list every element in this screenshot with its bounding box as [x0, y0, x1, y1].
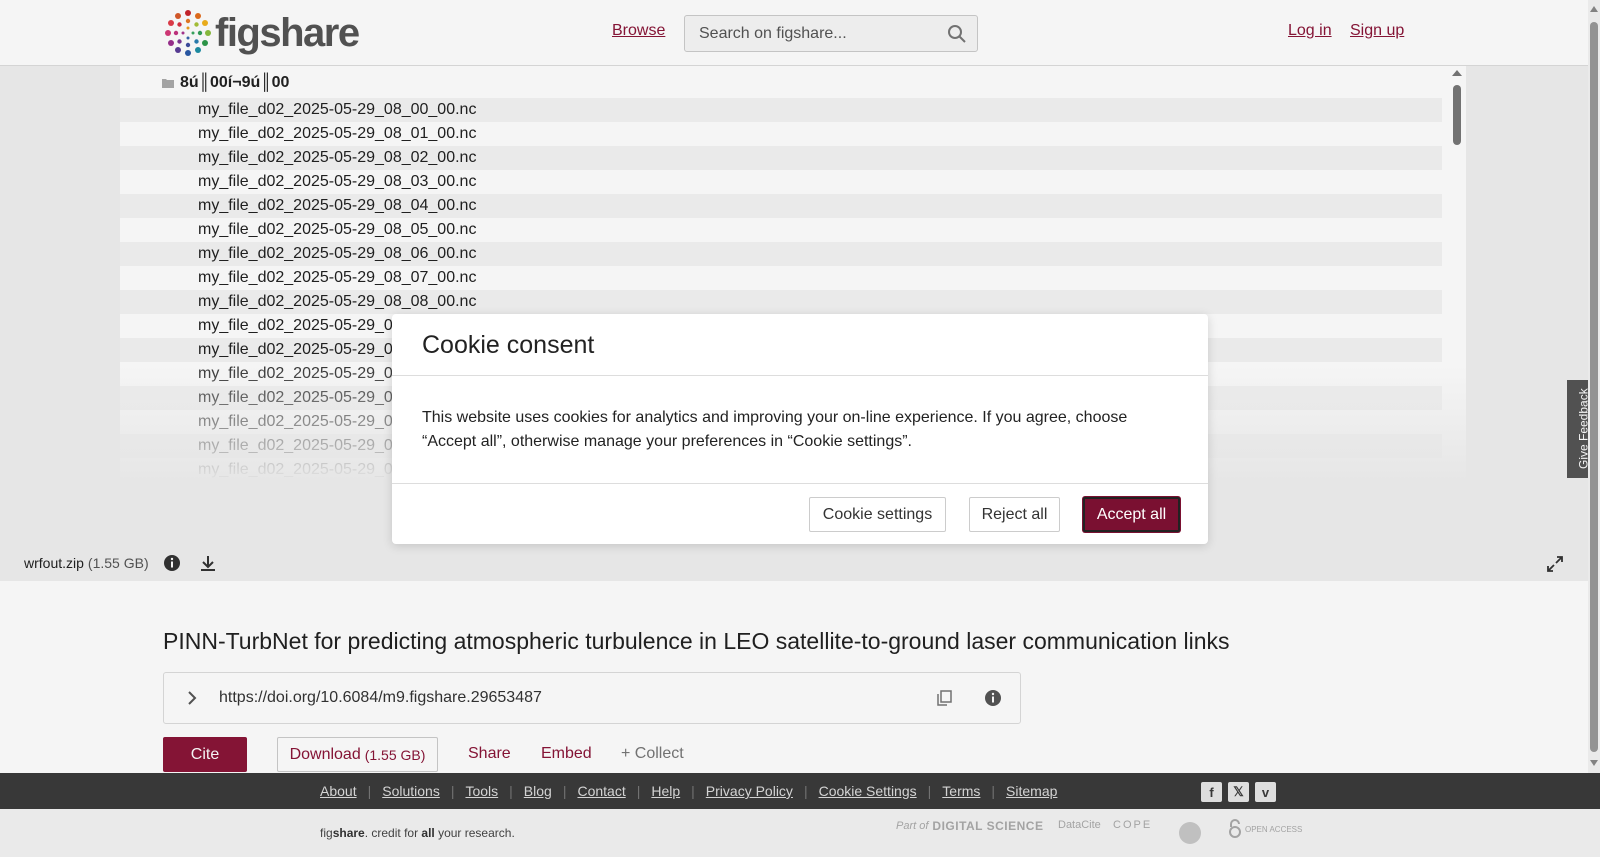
cookie-settings-button[interactable]: Cookie settings — [809, 497, 946, 532]
accept-all-button[interactable]: Accept all — [1083, 497, 1180, 532]
modal-title: Cookie consent — [422, 331, 595, 359]
modal-divider — [392, 375, 1208, 376]
cookie-consent-modal: Cookie consent This website uses cookies… — [392, 314, 1208, 544]
modal-body: This website uses cookies for analytics … — [422, 409, 1128, 450]
reject-all-button[interactable]: Reject all — [969, 497, 1060, 532]
modal-divider — [392, 483, 1208, 484]
